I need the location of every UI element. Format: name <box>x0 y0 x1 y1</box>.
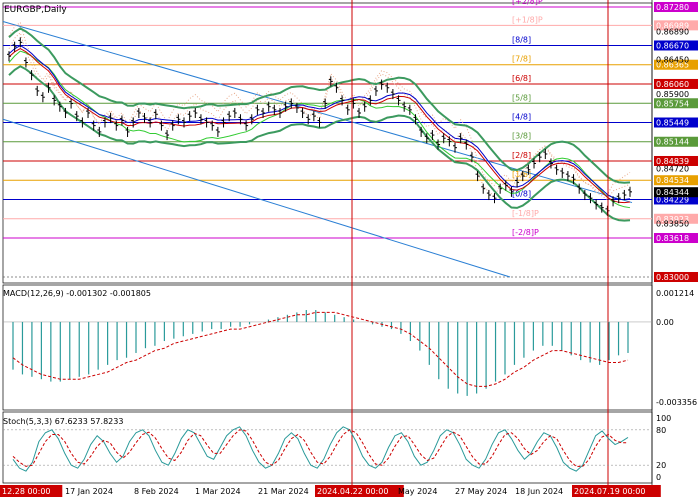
level-label: [+2/8]P <box>512 0 543 6</box>
x-tick-label: 2024.07.19 00:00 <box>574 487 645 496</box>
current-price-label: 0.84344 <box>656 188 689 197</box>
level-price: 0.83618 <box>656 234 689 243</box>
x-tick-label: 8 Feb 2024 <box>134 487 179 496</box>
x-tick-label: May 2024 <box>398 487 437 496</box>
y-tick-label: 0.83850 <box>656 219 689 228</box>
level-label: [5/8] <box>512 93 531 102</box>
level-price: 0.85449 <box>656 119 689 128</box>
level-label: [6/8] <box>512 74 531 83</box>
stoch-main-line <box>12 426 629 472</box>
level-price: 0.85754 <box>656 99 689 108</box>
x-tick-label: 21 Mar 2024 <box>258 487 309 496</box>
x-tick-label: 17 Jan 2024 <box>65 487 113 496</box>
level-price: 0.86060 <box>656 80 689 89</box>
y-tick-label: 0.84720 <box>656 164 689 173</box>
level-label: [3/8] <box>512 132 531 141</box>
level-label: [4/8] <box>512 113 531 122</box>
band-upper <box>8 27 631 184</box>
stoch-tick-label: 0 <box>656 473 661 482</box>
pane-frame-1 <box>2 284 653 411</box>
base-price: 0.83000 <box>656 273 689 282</box>
stoch-tick-label: 100 <box>656 414 671 423</box>
stoch-tick-label: 20 <box>656 461 666 470</box>
level-label: [7/8] <box>512 55 531 64</box>
level-price: 0.87280 <box>656 3 689 12</box>
level-label: [-1/8]P <box>512 209 539 218</box>
x-tick-label: 2024.04.22 00:00 <box>317 487 388 496</box>
stoch-signal-line <box>12 429 628 467</box>
chart-title: EURGBP,Daily <box>4 5 67 15</box>
level-label: [8/8] <box>512 35 531 44</box>
channel-lower <box>2 118 511 278</box>
stoch-title: Stoch(5,3,3) 67.6233 57.8233 <box>3 417 124 426</box>
level-price: 0.86670 <box>656 41 689 50</box>
x-tick-label: 1 Mar 2024 <box>195 487 241 496</box>
macd-tick-label: 0.001214 <box>656 289 694 298</box>
level-price: 0.84534 <box>656 176 689 185</box>
level-label: [+1/8]P <box>512 15 543 24</box>
level-price: 0.85144 <box>656 138 689 147</box>
y-tick-label: 0.86450 <box>656 55 689 64</box>
macd-title: MACD(12,26,9) -0.001302 -0.001805 <box>3 289 151 298</box>
level-label: [-2/8]P <box>512 228 539 237</box>
lime-line <box>8 50 631 209</box>
x-tick-label: 18 Jun 2024 <box>515 487 563 496</box>
y-tick-label: 0.86890 <box>656 28 689 37</box>
level-label: [2/8] <box>512 151 531 160</box>
x-tick-label: 12.28 00:00 <box>2 487 51 496</box>
y-tick-label: 0.85900 <box>656 90 689 99</box>
macd-tick-label: 0.00 <box>656 318 674 327</box>
macd-signal-line <box>12 311 629 387</box>
macd-tick-label: -0.003356 <box>656 398 697 407</box>
x-tick-label: 27 May 2024 <box>455 487 507 496</box>
stoch-tick-label: 80 <box>656 426 666 435</box>
level-label: [0/8] <box>512 189 531 198</box>
